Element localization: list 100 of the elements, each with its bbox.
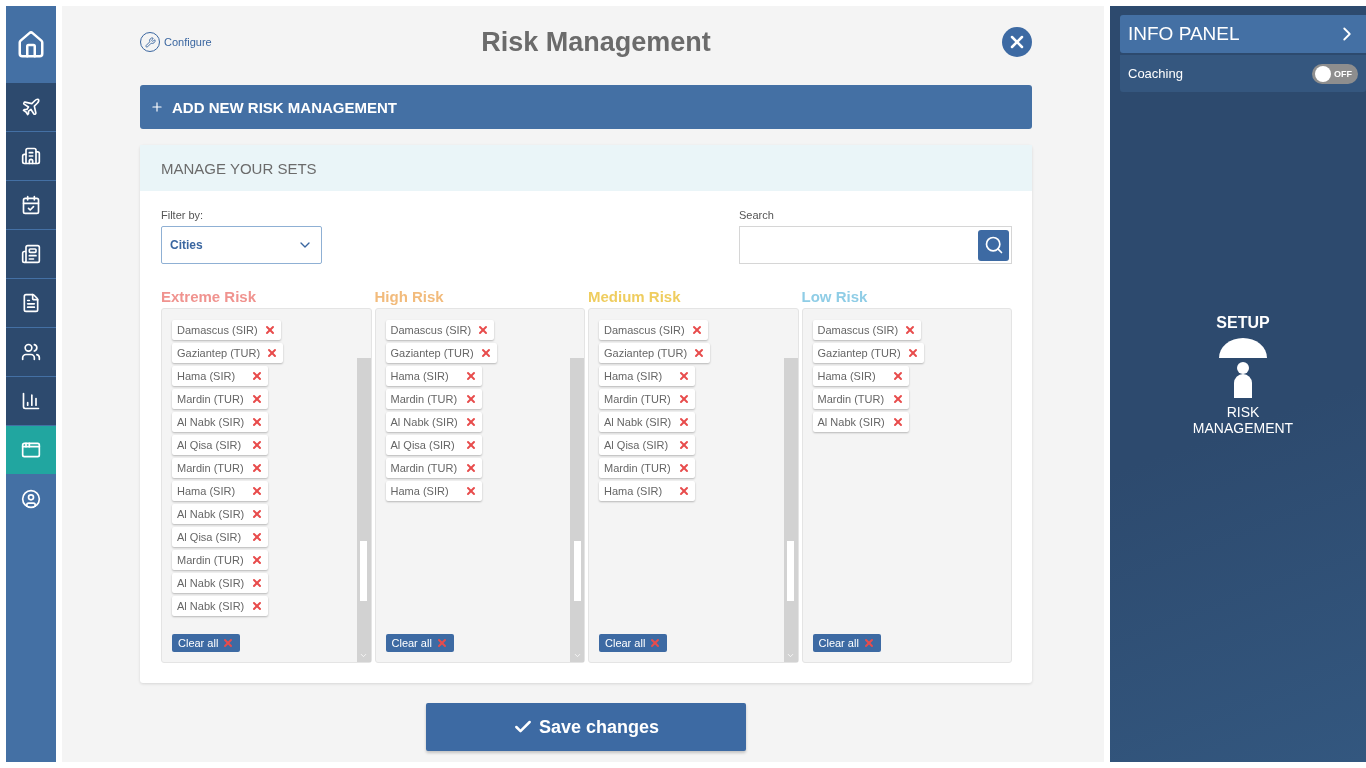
remove-icon[interactable]	[690, 324, 703, 336]
add-risk-button[interactable]: ADD NEW RISK MANAGEMENT	[140, 85, 1032, 129]
window-icon	[21, 440, 41, 460]
close-button[interactable]	[1002, 27, 1032, 57]
remove-icon[interactable]	[678, 485, 690, 497]
remove-icon[interactable]	[464, 462, 477, 474]
coaching-toggle[interactable]: OFF	[1312, 63, 1358, 84]
remove-icon[interactable]	[891, 370, 904, 382]
city-tag: Al Qisa (SIR)	[172, 527, 268, 547]
city-tag: Mardin (TUR)	[599, 389, 695, 409]
remove-icon[interactable]	[266, 347, 279, 359]
clear-all-button[interactable]: Clear all	[599, 634, 668, 652]
city-tag: Gaziantep (TUR)	[172, 343, 284, 363]
city-tag: Mardin (TUR)	[172, 458, 268, 478]
risk-column-title: Medium Risk	[588, 288, 682, 305]
risk-column-title: Extreme Risk	[161, 288, 258, 305]
clear-all-button[interactable]: Clear all	[385, 634, 454, 652]
city-tag: Hama (SIR)	[385, 481, 482, 501]
scrollbar[interactable]	[356, 358, 371, 662]
risk-column-title: Low Risk	[801, 288, 869, 305]
chevron-down-icon	[359, 651, 368, 660]
city-tag: Al Nabk (SIR)	[172, 573, 268, 593]
card-header: MANAGE YOUR SETS	[140, 145, 1032, 191]
remove-icon[interactable]	[904, 324, 917, 336]
remove-icon[interactable]	[251, 554, 263, 566]
plane-icon	[21, 97, 41, 117]
clear-all-button[interactable]: Clear all	[172, 634, 241, 652]
remove-icon[interactable]	[891, 393, 904, 405]
nav-button[interactable]	[6, 181, 56, 229]
remove-icon[interactable]	[678, 462, 690, 474]
city-tag: Mardin (TUR)	[385, 389, 482, 409]
report-icon	[21, 293, 41, 313]
profile-icon	[21, 489, 41, 509]
info-panel-header[interactable]: INFO PANEL	[1120, 15, 1366, 53]
remove-icon[interactable]	[678, 370, 690, 382]
remove-icon[interactable]	[693, 347, 706, 359]
calendar-icon	[21, 195, 41, 215]
remove-icon[interactable]	[251, 531, 263, 543]
remove-icon[interactable]	[479, 347, 492, 359]
scrollbar-thumb[interactable]	[360, 541, 367, 601]
city-tag: Al Qisa (SIR)	[172, 435, 268, 455]
city-tag: Al Qisa (SIR)	[599, 435, 695, 455]
chart-icon	[21, 391, 41, 411]
building-icon	[21, 146, 41, 166]
remove-icon[interactable]	[906, 347, 919, 359]
city-tag: Mardin (TUR)	[812, 389, 909, 409]
search-icon	[983, 235, 1004, 255]
city-tag: Mardin (TUR)	[599, 458, 695, 478]
search-button[interactable]	[978, 229, 1009, 261]
city-tag: Hama (SIR)	[812, 366, 909, 386]
scrollbar[interactable]	[783, 358, 798, 662]
city-tag: Hama (SIR)	[385, 366, 482, 386]
city-tag: Al Qisa (SIR)	[385, 435, 482, 455]
remove-icon[interactable]	[891, 416, 904, 428]
city-tag: Mardin (TUR)	[172, 389, 268, 409]
search-field[interactable]	[739, 226, 1012, 264]
nav-button[interactable]	[6, 279, 56, 327]
remove-icon[interactable]	[263, 324, 276, 336]
remove-icon[interactable]	[678, 416, 690, 428]
city-tag: Al Nabk (SIR)	[599, 412, 695, 432]
nav-button[interactable]	[6, 377, 56, 425]
city-tag: Mardin (TUR)	[172, 550, 268, 570]
filter-label: Filter by:	[161, 209, 205, 221]
remove-icon[interactable]	[464, 439, 477, 451]
city-tag: Damascus (SIR)	[172, 320, 281, 340]
scrollbar-thumb[interactable]	[573, 541, 581, 601]
scrollbar-thumb[interactable]	[787, 541, 794, 601]
clear-all-button[interactable]: Clear all	[812, 634, 881, 652]
search-label: Search	[739, 209, 775, 221]
remove-icon	[435, 637, 448, 649]
city-tag: Hama (SIR)	[599, 366, 695, 386]
remove-icon[interactable]	[678, 393, 690, 405]
page-title: Risk Management	[480, 26, 712, 58]
remove-icon[interactable]	[251, 600, 263, 612]
remove-icon[interactable]	[251, 393, 263, 405]
configure-link[interactable]: Configure	[140, 32, 340, 52]
remove-icon[interactable]	[251, 508, 263, 520]
remove-icon[interactable]	[464, 370, 477, 382]
remove-icon[interactable]	[477, 324, 490, 336]
remove-icon[interactable]	[251, 439, 263, 451]
home-icon	[16, 29, 46, 60]
remove-icon[interactable]	[251, 462, 263, 474]
remove-icon[interactable]	[251, 577, 263, 589]
filter-dropdown[interactable]: Cities	[161, 226, 322, 264]
remove-icon[interactable]	[251, 370, 263, 382]
scrollbar[interactable]	[570, 358, 584, 662]
users-icon	[21, 342, 41, 362]
nav-button[interactable]	[6, 328, 56, 376]
remove-icon[interactable]	[464, 485, 477, 497]
nav-button[interactable]	[6, 230, 56, 278]
remove-icon[interactable]	[251, 485, 263, 497]
city-tag: Damascus (SIR)	[599, 320, 708, 340]
save-button[interactable]: Save changes	[426, 703, 746, 751]
nav-button[interactable]	[6, 83, 56, 131]
umbrella-person-icon	[1219, 338, 1267, 398]
remove-icon[interactable]	[464, 416, 477, 428]
remove-icon[interactable]	[464, 393, 477, 405]
remove-icon[interactable]	[678, 439, 690, 451]
nav-button[interactable]	[6, 132, 56, 180]
remove-icon[interactable]	[251, 416, 263, 428]
